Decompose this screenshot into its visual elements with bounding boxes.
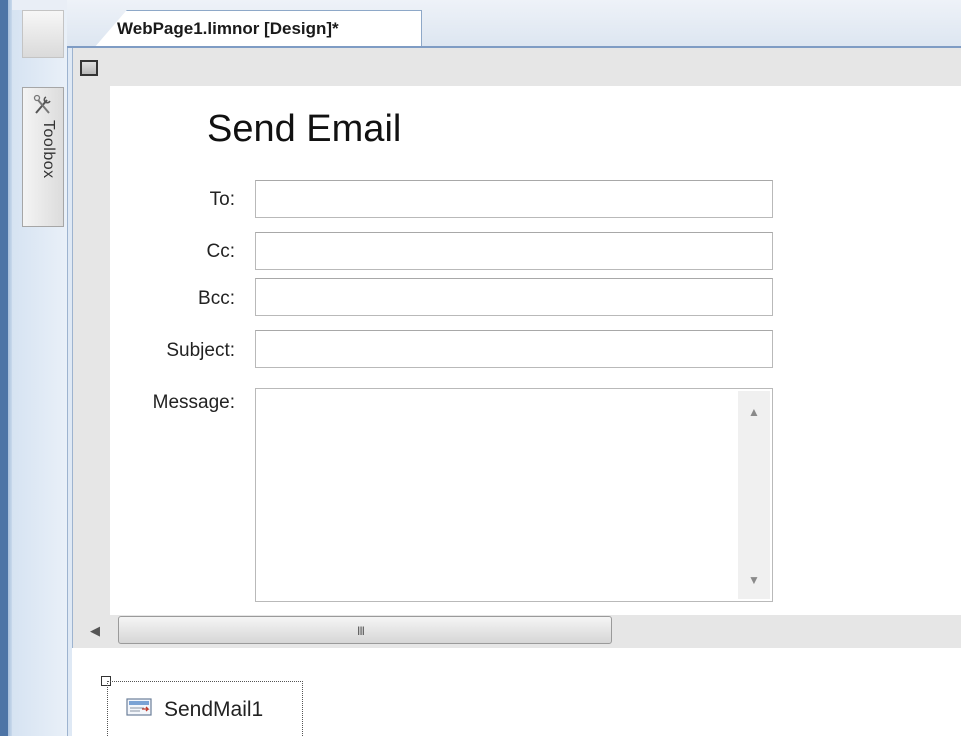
toolbox-icon (33, 94, 51, 114)
component-name: SendMail1 (164, 698, 264, 721)
message-label: Message: (152, 392, 235, 413)
scroll-thumb[interactable]: III (118, 616, 612, 644)
to-label: To: (209, 189, 235, 210)
subject-label: Subject: (166, 340, 235, 361)
toolbox-label: Toolbox (40, 120, 57, 179)
tab-webpage1-design[interactable]: WebPage1.limnor [Design]* (94, 10, 422, 48)
message-scrollbar[interactable]: ▲ ▼ (738, 391, 770, 599)
side-dock-cap (22, 10, 64, 58)
cc-label: Cc: (206, 241, 236, 262)
to-input[interactable] (255, 180, 773, 218)
mail-icon (126, 698, 152, 716)
window-left-edge (0, 0, 12, 736)
horizontal-scrollbar[interactable]: ◀ III (80, 615, 961, 647)
toolbox-tab[interactable]: Toolbox (22, 87, 64, 227)
form-heading: Send Email (207, 108, 402, 150)
cc-input[interactable] (255, 232, 773, 270)
thumb-grip: III (357, 624, 365, 638)
scroll-down-icon[interactable]: ▼ (738, 573, 770, 587)
tab-title: WebPage1.limnor [Design]* (117, 19, 339, 38)
page-selector-box[interactable] (80, 60, 98, 76)
bcc-label: Bcc: (198, 288, 235, 309)
scroll-up-icon[interactable]: ▲ (738, 405, 770, 419)
scroll-left-icon[interactable]: ◀ (90, 623, 100, 639)
bcc-input[interactable] (255, 278, 773, 316)
message-textarea[interactable]: ▲ ▼ (255, 388, 773, 602)
subject-input[interactable] (255, 330, 773, 368)
sendmail-component[interactable]: SendMail1 (107, 681, 303, 736)
